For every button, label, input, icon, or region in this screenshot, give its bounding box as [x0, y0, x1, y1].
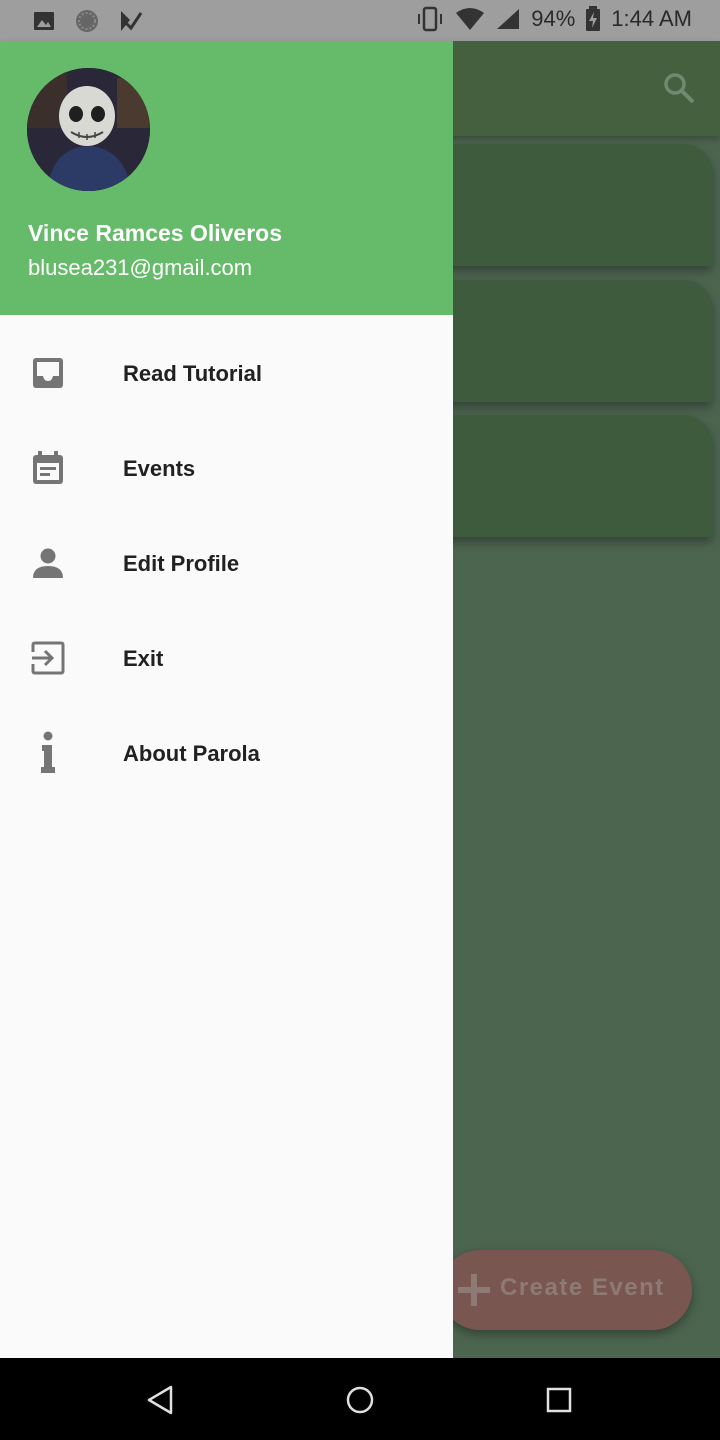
- drawer-menu: Read Tutorial Events Edit Profile Exit A…: [0, 327, 453, 802]
- avatar-image: [27, 68, 150, 191]
- wifi-icon: [456, 8, 485, 30]
- event-card[interactable]: [430, 280, 712, 402]
- search-icon[interactable]: [662, 71, 696, 105]
- menu-item-read-tutorial[interactable]: Read Tutorial: [0, 327, 453, 422]
- user-email: blusea231@gmail.com: [28, 255, 253, 280]
- status-left-icons: [32, 8, 144, 34]
- exit-icon: [31, 641, 65, 675]
- signal-icon: [497, 9, 520, 29]
- info-icon: [41, 731, 55, 773]
- person-icon: [33, 548, 63, 578]
- menu-item-about-parola[interactable]: About Parola: [0, 707, 453, 802]
- play-store-icon: [121, 11, 143, 31]
- create-event-label: Create Event: [500, 1274, 665, 1301]
- avatar[interactable]: [27, 68, 150, 191]
- system-nav-bar: [0, 1358, 720, 1440]
- home-icon[interactable]: [343, 1383, 377, 1417]
- calendar-icon: [33, 451, 63, 484]
- user-name: Vince Ramces Oliveros: [28, 220, 282, 246]
- inbox-icon: [33, 358, 63, 388]
- status-right: 94% 1:44 AM: [415, 6, 692, 32]
- event-card[interactable]: [430, 144, 712, 266]
- battery-charging-icon: [586, 6, 601, 31]
- menu-item-label: Edit Profile: [123, 551, 240, 576]
- navigation-drawer: Vince Ramces Oliveros blusea231@gmail.co…: [0, 41, 453, 1358]
- create-event-button[interactable]: Create Event: [440, 1250, 692, 1330]
- menu-item-label: About Parola: [123, 741, 260, 766]
- status-bar: 94% 1:44 AM: [0, 0, 720, 41]
- recents-icon[interactable]: [542, 1383, 576, 1417]
- plus-icon: [458, 1274, 490, 1306]
- battery-percent: 94%: [531, 6, 576, 31]
- back-icon[interactable]: [143, 1383, 177, 1417]
- menu-item-label: Exit: [123, 646, 164, 671]
- vibrate-icon: [418, 6, 443, 32]
- menu-item-edit-profile[interactable]: Edit Profile: [0, 517, 453, 612]
- drawer-header: Vince Ramces Oliveros blusea231@gmail.co…: [0, 41, 453, 315]
- event-card[interactable]: [430, 415, 712, 537]
- menu-item-label: Read Tutorial: [123, 361, 262, 386]
- menu-item-label: Events: [123, 456, 196, 481]
- image-icon: [34, 12, 54, 30]
- sync-icon: [76, 10, 98, 32]
- clock: 1:44 AM: [611, 6, 692, 31]
- menu-item-exit[interactable]: Exit: [0, 612, 453, 707]
- menu-item-events[interactable]: Events: [0, 422, 453, 517]
